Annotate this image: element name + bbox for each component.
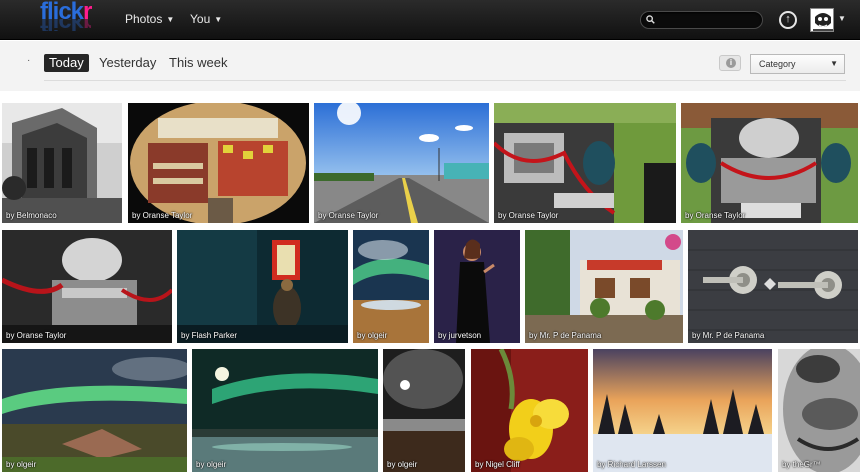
photo-tile[interactable]: by Belmonaco xyxy=(2,103,122,223)
photo-credit[interactable]: by jurvetson xyxy=(438,331,481,340)
search-box[interactable] xyxy=(640,11,763,29)
nav-you-menu[interactable]: You ▼ xyxy=(190,12,222,26)
photo-credit[interactable]: by olgeir xyxy=(387,460,417,469)
photo-house-garden xyxy=(525,230,683,343)
photo-tile[interactable]: by Mr. P de Panama xyxy=(688,230,858,343)
photo-tile[interactable]: by Oranse Taylor xyxy=(681,103,858,223)
photo-credit[interactable]: by Oranse Taylor xyxy=(132,211,192,220)
top-navigation-bar: flickr flickr Photos▼ You▼ ↑ ▼ xyxy=(0,0,860,40)
search-icon xyxy=(646,15,655,24)
photo-tile[interactable]: by olgeir xyxy=(383,349,465,472)
photo-tile[interactable]: by Flash Parker xyxy=(177,230,348,343)
photo-engine-closeup xyxy=(2,230,172,343)
photo-credit[interactable]: by Nigel Cliff xyxy=(475,460,520,469)
tab-yesterday[interactable]: Yesterday xyxy=(99,54,156,72)
photo-aurora-landscape xyxy=(2,349,187,472)
photo-tile[interactable]: by Mr. P de Panama xyxy=(525,230,683,343)
photo-dark-room xyxy=(177,230,348,343)
photo-tile[interactable]: by Nigel Cliff xyxy=(471,349,588,472)
photo-credit[interactable]: by Oranse Taylor xyxy=(685,211,745,220)
photo-tile[interactable]: by olgeir xyxy=(353,230,429,343)
user-avatar-icon xyxy=(811,9,833,31)
dot-icon: · xyxy=(27,55,31,66)
logo-reflection-r: r xyxy=(83,19,91,31)
chevron-down-icon: ▼ xyxy=(166,15,175,24)
logo-reflection: flickr xyxy=(40,19,91,31)
photo-credit[interactable]: by Richard Larssen xyxy=(597,460,666,469)
photo-credit[interactable]: by theGr™ xyxy=(782,460,821,469)
photo-tile[interactable]: by Oranse Taylor xyxy=(314,103,489,223)
photo-credit[interactable]: by Belmonaco xyxy=(6,211,57,220)
flickr-logo[interactable]: flickr flickr xyxy=(40,0,92,31)
photo-tile[interactable]: by Richard Larssen xyxy=(593,349,772,472)
upload-icon[interactable]: ↑ xyxy=(779,11,797,29)
nav-you-label: You xyxy=(190,12,211,26)
avatar[interactable] xyxy=(810,8,834,32)
photo-building-bw xyxy=(2,103,122,223)
photo-tile[interactable]: by olgeir xyxy=(192,349,378,472)
category-select[interactable]: Category ▼ xyxy=(750,54,845,74)
photo-credit[interactable]: by Oranse Taylor xyxy=(318,211,378,220)
photo-engine-red xyxy=(494,103,676,223)
nav-photos-label: Photos xyxy=(125,12,163,26)
photo-snow-sunset xyxy=(593,349,772,472)
photo-engine-chrome xyxy=(681,103,858,223)
photo-face-bw xyxy=(778,349,860,472)
photo-credit[interactable]: by Mr. P de Panama xyxy=(692,331,764,340)
photo-record-store xyxy=(128,103,309,223)
info-button[interactable]: i xyxy=(719,55,741,71)
tab-this-week[interactable]: This week xyxy=(169,54,228,72)
photo-credit[interactable]: by Flash Parker xyxy=(181,331,237,340)
photo-speaker xyxy=(434,230,520,343)
category-select-label: Category xyxy=(759,59,796,69)
search-input[interactable] xyxy=(659,13,759,27)
logo-reflection-flick: flick xyxy=(40,19,83,31)
tab-today[interactable]: Today xyxy=(44,54,89,72)
photo-aurora-tall xyxy=(353,230,429,343)
photo-tile[interactable]: by olgeir xyxy=(2,349,187,472)
info-icon: i xyxy=(726,58,736,68)
explore-subheader: · Today Yesterday This week i Category ▼ xyxy=(0,41,860,91)
avatar-menu-chevron-icon[interactable]: ▼ xyxy=(838,14,846,23)
photo-credit[interactable]: by olgeir xyxy=(6,460,36,469)
photo-credit[interactable]: by olgeir xyxy=(196,460,226,469)
photo-credit[interactable]: by Oranse Taylor xyxy=(6,331,66,340)
photo-tile[interactable]: by Oranse Taylor xyxy=(128,103,309,223)
photo-credit[interactable]: by Mr. P de Panama xyxy=(529,331,601,340)
photo-tile[interactable]: by jurvetson xyxy=(434,230,520,343)
photo-yellow-flower xyxy=(471,349,588,472)
photo-road-sky xyxy=(314,103,489,223)
photo-tile[interactable]: by Oranse Taylor xyxy=(494,103,676,223)
photo-faucet-taps xyxy=(688,230,858,343)
chevron-down-icon: ▼ xyxy=(214,15,223,24)
divider xyxy=(44,80,846,81)
photo-tile[interactable]: by theGr™ xyxy=(778,349,860,472)
photo-moon-night xyxy=(383,349,465,472)
photo-aurora-lake xyxy=(192,349,378,472)
photo-credit[interactable]: by olgeir xyxy=(357,331,387,340)
photo-credit[interactable]: by Oranse Taylor xyxy=(498,211,558,220)
chevron-down-icon: ▼ xyxy=(830,59,838,68)
nav-photos-menu[interactable]: Photos ▼ xyxy=(125,12,174,26)
photo-tile[interactable]: by Oranse Taylor xyxy=(2,230,172,343)
